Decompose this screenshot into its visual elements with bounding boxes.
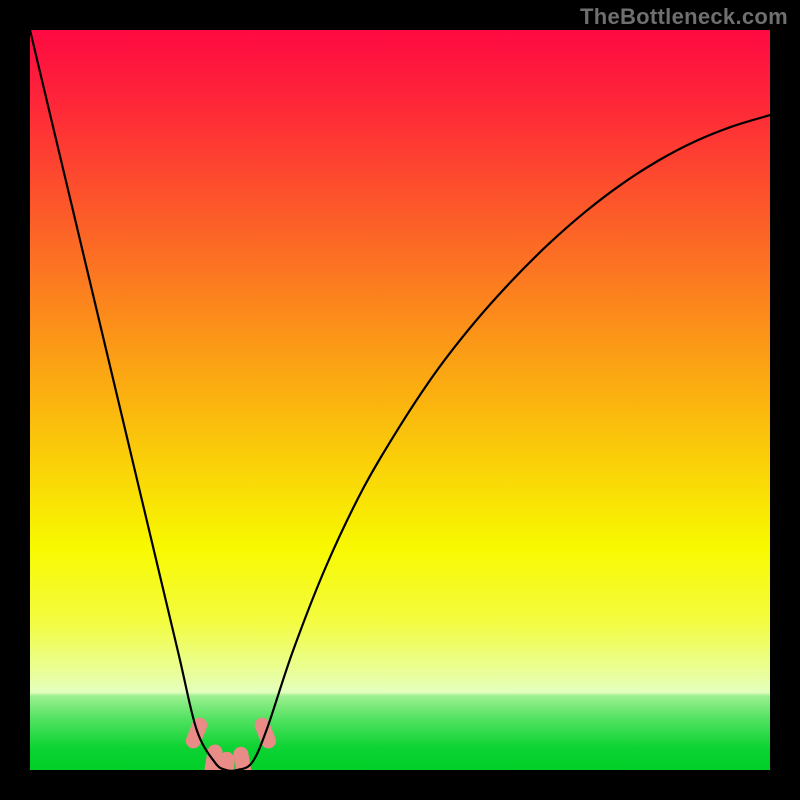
bottleneck-chart: [30, 30, 770, 770]
watermark-label: TheBottleneck.com: [580, 4, 788, 30]
gradient-background: [30, 30, 770, 770]
chart-container: [30, 30, 770, 770]
